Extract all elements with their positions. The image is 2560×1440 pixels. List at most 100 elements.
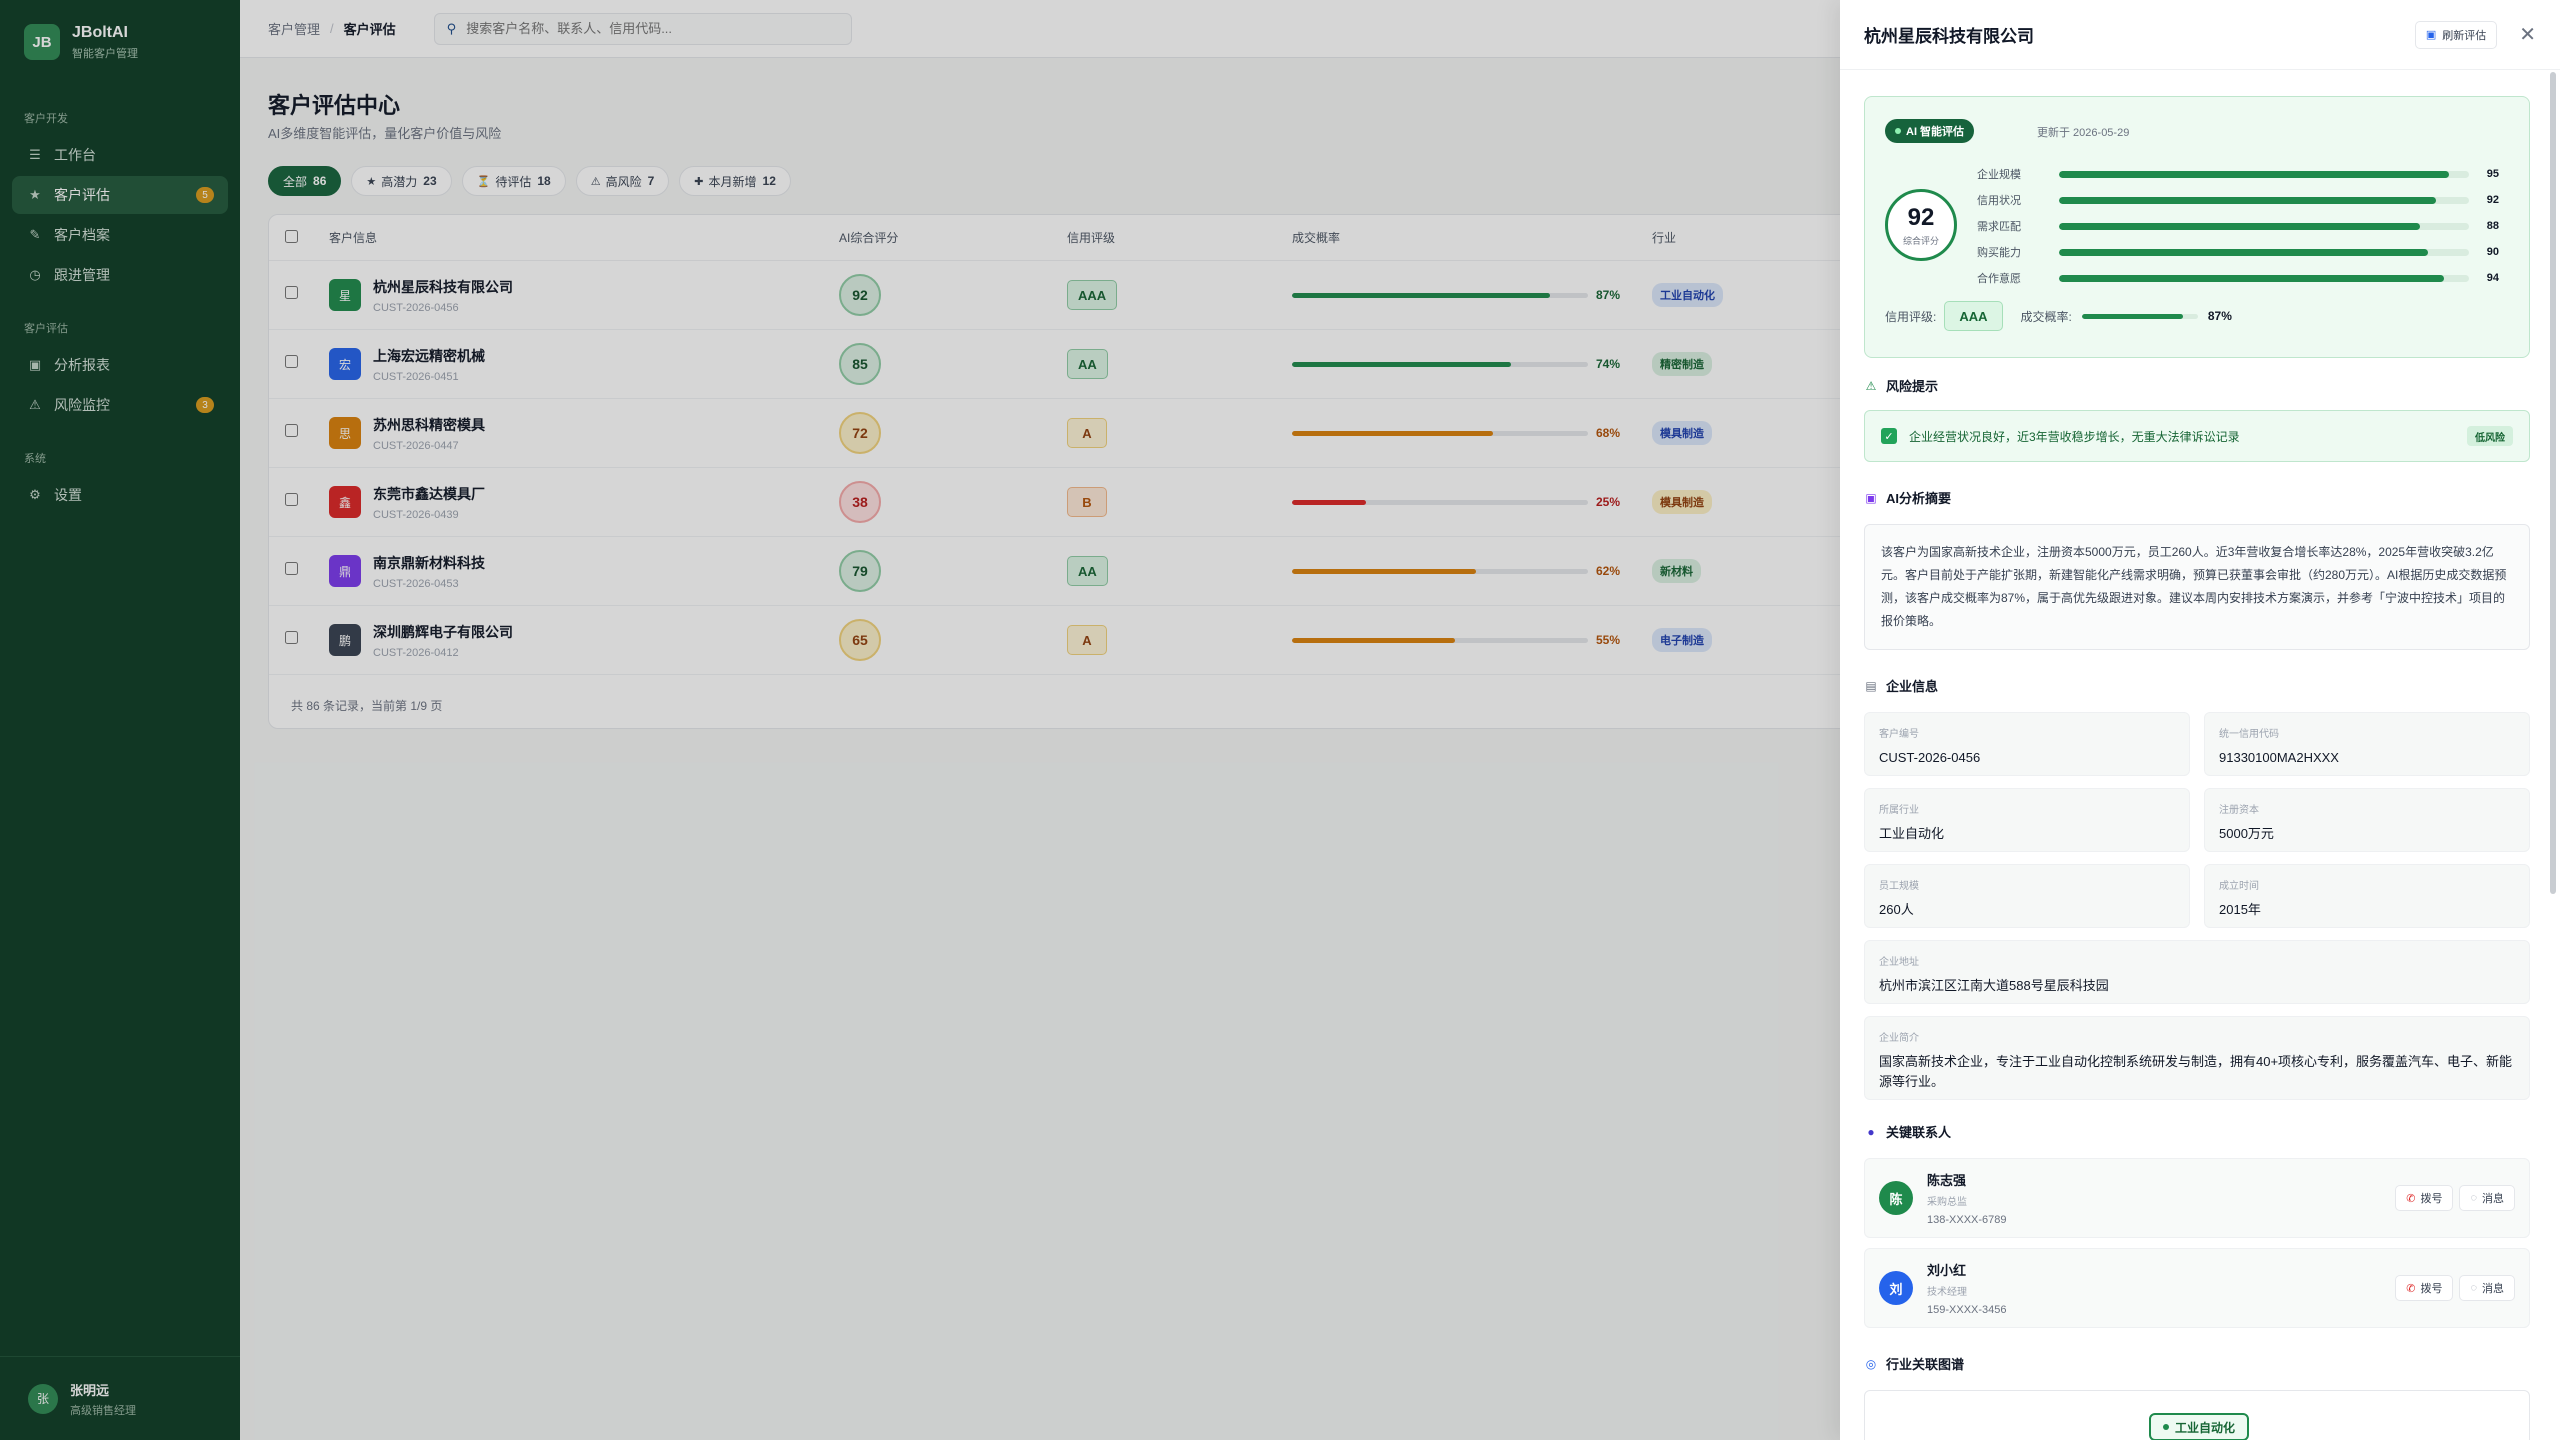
node-dot-icon: [2163, 1424, 2169, 1430]
drawer-scrollbar[interactable]: [2550, 72, 2556, 894]
info-label: 统一信用代码: [2219, 729, 2279, 740]
ai-badge: AI 智能评估: [1885, 119, 1975, 143]
credit-rating-badge: AAA: [1944, 301, 2003, 331]
dimension-bar-fill: [2059, 170, 2449, 178]
call-button[interactable]: ✆ 拨号: [2395, 1185, 2454, 1211]
info-cell-capital: 注册资本 5000万元: [2204, 788, 2530, 852]
dimension-bar-fill: [2059, 222, 2420, 230]
dimension-bar: [2059, 170, 2469, 178]
score-dimension: 购买能力 90: [1977, 239, 2499, 265]
info-value: 工业自动化: [1879, 826, 1945, 841]
robot-icon: ▣: [1865, 490, 1877, 505]
drawer-backdrop[interactable]: [0, 0, 1840, 1440]
dimension-value: 94: [2486, 272, 2499, 284]
dimension-bar: [2059, 222, 2469, 230]
info-cell-intro: 企业简介 国家高新技术企业，专注于工业自动化控制系统研发与制造，拥有40+项核心…: [1864, 1016, 2530, 1100]
industry-graph-title-label: 行业关联图谱: [1886, 1357, 1965, 1372]
score-dimension: 信用状况 92: [1977, 187, 2499, 213]
info-cell-founded: 成立时间 2015年: [2204, 864, 2530, 928]
contact-card: 刘刘小红 技术经理 159-XXXX-3456 ✆ 拨号 ◌ 消息: [1864, 1248, 2530, 1328]
dimension-label: 购买能力: [1977, 247, 2021, 259]
info-value: 国家高新技术企业，专注于工业自动化控制系统研发与制造，拥有40+项核心专利，服务…: [1879, 1054, 2513, 1089]
ai-summary-row: 信用评级: AAA 成交概率: 87%: [1885, 301, 2232, 331]
call-label: 拨号: [2420, 1193, 2443, 1205]
refresh-icon: ▣: [2425, 29, 2437, 41]
info-label: 注册资本: [2219, 805, 2259, 816]
contact-name: 刘小红: [1927, 1263, 1967, 1278]
contacts-title-label: 关键联系人: [1886, 1125, 1952, 1140]
overall-score-label: 综合评分: [1902, 235, 1939, 246]
drawer-title: 杭州星辰科技有限公司: [1864, 27, 2034, 46]
contacts-section-title: ● 关键联系人: [1864, 1122, 1951, 1141]
info-cell-credit-code: 统一信用代码 91330100MA2HXXX: [2204, 712, 2530, 776]
probability-bar: [2081, 313, 2198, 319]
dimension-value: 88: [2486, 220, 2499, 232]
risk-section-title: ⚠ 风险提示: [1864, 376, 1938, 395]
dimension-label: 企业规模: [1977, 169, 2021, 181]
phone-icon: ✆: [2406, 1192, 2416, 1205]
ai-updated-time: 更新于 2026-05-29: [2037, 127, 2130, 139]
company-info-title-label: 企业信息: [1886, 679, 1939, 694]
contact-role: 技术经理: [1927, 1287, 1967, 1298]
refresh-assessment-button[interactable]: ▣ 刷新评估: [2414, 20, 2498, 49]
contact-card: 陈陈志强 采购总监 138-XXXX-6789 ✆ 拨号 ◌ 消息: [1864, 1158, 2530, 1238]
score-dimension: 需求匹配 88: [1977, 213, 2499, 239]
info-value: 5000万元: [2219, 826, 2274, 841]
risk-alert: ✓ 企业经营状况良好，近3年营收稳步增长，无重大法律诉讼记录 低风险: [1864, 410, 2530, 462]
industry-graph: 工业自动化: [1864, 1390, 2530, 1440]
customer-detail-drawer: 杭州星辰科技有限公司 ▣ 刷新评估 ✕ AI 智能评估 更新于 2026-05-…: [1840, 0, 2560, 1440]
dimension-value: 92: [2486, 194, 2499, 206]
info-label: 所属行业: [1879, 805, 1919, 816]
info-label: 企业地址: [1879, 957, 1919, 968]
message-button[interactable]: ◌ 消息: [2459, 1185, 2515, 1211]
contact-phone: 159-XXXX-3456: [1927, 1304, 2007, 1316]
probability-value: 87%: [2207, 309, 2232, 323]
ai-badge-label: AI 智能评估: [1906, 126, 1965, 138]
message-label: 消息: [2482, 1193, 2504, 1205]
message-button[interactable]: ◌ 消息: [2459, 1275, 2515, 1301]
info-value: 杭州市滨江区江南大道588号星辰科技园: [1879, 978, 2109, 993]
dimension-bar-fill: [2059, 196, 2437, 204]
probability-bar-fill: [2081, 313, 2183, 319]
refresh-label: 刷新评估: [2442, 29, 2487, 42]
call-label: 拨号: [2420, 1283, 2443, 1295]
score-dimension: 企业规模 95: [1977, 161, 2499, 187]
contact-phone: 138-XXXX-6789: [1927, 1214, 2007, 1226]
probability-label: 成交概率:: [2020, 309, 2072, 324]
user-icon: ●: [1867, 1124, 1875, 1139]
dimension-bar-fill: [2059, 274, 2445, 282]
dimension-value: 95: [2486, 168, 2499, 180]
graph-node[interactable]: 工业自动化: [2149, 1413, 2250, 1440]
dimension-bar: [2059, 274, 2469, 282]
globe-icon: ◎: [1865, 1356, 1877, 1371]
dimension-label: 合作意愿: [1977, 273, 2021, 285]
document-icon: ▤: [1865, 678, 1877, 693]
chat-icon: ◌: [2470, 1282, 2477, 1294]
credit-label: 信用评级:: [1885, 309, 1937, 324]
overall-score: 92: [1907, 203, 1935, 231]
ai-dot-icon: [1895, 128, 1901, 134]
score-dimension: 合作意愿 94: [1977, 265, 2499, 291]
info-label: 客户编号: [1879, 729, 1919, 740]
ai-assessment-card: AI 智能评估 更新于 2026-05-29 92 综合评分 企业规模 95 信用状…: [1864, 96, 2530, 358]
dimension-value: 90: [2486, 246, 2499, 258]
contact-name: 陈志强: [1927, 1173, 1967, 1188]
risk-level-badge: 低风险: [2467, 426, 2513, 446]
info-value: CUST-2026-0456: [1879, 750, 1981, 765]
dimension-label: 需求匹配: [1977, 221, 2021, 233]
score-dimensions: 企业规模 95 信用状况 92 需求匹配 88 购买能力 90 合作意愿 94: [1977, 161, 2499, 291]
company-info-section-title: ▤ 企业信息: [1864, 676, 1938, 695]
close-icon[interactable]: ✕: [2519, 25, 2536, 45]
drawer-header: 杭州星辰科技有限公司 ▣ 刷新评估 ✕: [1840, 0, 2560, 70]
dimension-bar: [2059, 196, 2469, 204]
chat-icon: ◌: [2470, 1192, 2477, 1204]
message-label: 消息: [2482, 1283, 2504, 1295]
warning-icon: ⚠: [1865, 378, 1877, 393]
call-button[interactable]: ✆ 拨号: [2395, 1275, 2454, 1301]
industry-graph-section-title: ◎ 行业关联图谱: [1864, 1354, 1964, 1373]
info-label: 员工规模: [1879, 881, 1919, 892]
info-cell-customer-id: 客户编号 CUST-2026-0456: [1864, 712, 2190, 776]
ai-summary-section-title: ▣ AI分析摘要: [1864, 488, 1951, 507]
risk-title-label: 风险提示: [1886, 379, 1939, 394]
ai-summary-title-label: AI分析摘要: [1886, 491, 1952, 506]
